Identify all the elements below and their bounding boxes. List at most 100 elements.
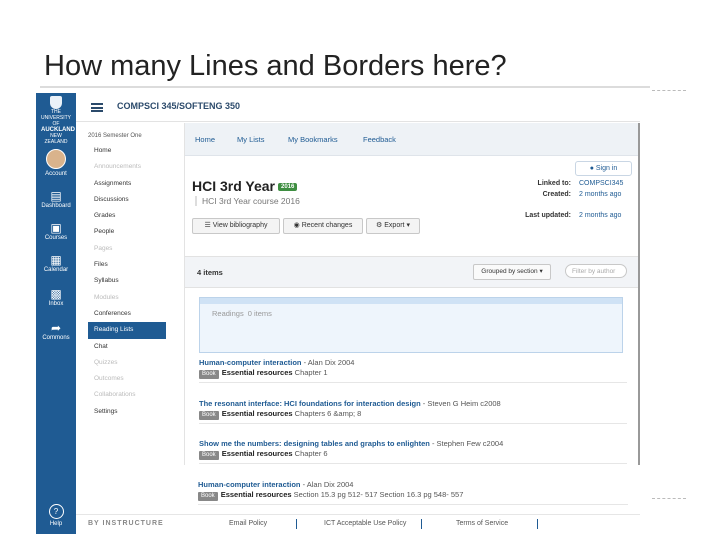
sign-in-label: Sign in bbox=[595, 165, 618, 172]
item-title-line: Human-computer interaction - Alan Dix 20… bbox=[199, 358, 627, 368]
course-nav-item[interactable]: Outcomes bbox=[88, 371, 166, 387]
global-nav-commons-label: Commons bbox=[42, 335, 70, 341]
tab-my-bookmarks[interactable]: My Bookmarks bbox=[288, 135, 338, 144]
dashed-rule-top bbox=[652, 90, 686, 91]
footer: BY INSTRUCTURE Email Policy ICT Acceptab… bbox=[76, 514, 640, 534]
course-nav-item[interactable]: Quizzes bbox=[88, 355, 166, 371]
footer-divider bbox=[296, 519, 297, 529]
hamburger-menu-icon[interactable] bbox=[91, 103, 103, 112]
section-heading: Readings 0 items bbox=[208, 309, 272, 318]
section-count: 0 items bbox=[247, 309, 272, 318]
footer-link-ict-policy[interactable]: ICT Acceptable Use Policy bbox=[324, 520, 406, 527]
caret-down-icon: ▾ bbox=[404, 222, 410, 229]
course-nav-item[interactable]: Syllabus bbox=[88, 273, 166, 289]
item-title-link[interactable]: Human-computer interaction bbox=[198, 480, 301, 489]
footer-link-email-policy[interactable]: Email Policy bbox=[229, 520, 267, 527]
item-category: Essential resources bbox=[220, 489, 292, 499]
meta-created-value: 2 months ago bbox=[579, 190, 622, 198]
item-author: - Alan Dix 2004 bbox=[300, 480, 354, 489]
global-nav-inbox[interactable]: ▩ Inbox bbox=[36, 287, 76, 307]
grouped-by-label: Grouped by section bbox=[481, 268, 538, 275]
global-nav-help[interactable]: ? Help bbox=[36, 504, 76, 527]
screenshot: THE UNIVERSITY OF AUCKLAND NEW ZEALAND A… bbox=[36, 93, 640, 534]
global-nav-calendar[interactable]: ▦ Calendar bbox=[36, 253, 76, 273]
item-category: Essential resources bbox=[221, 367, 293, 377]
item-author: - Stephen Few c2004 bbox=[429, 439, 504, 448]
list-title-text: HCI 3rd Year bbox=[192, 178, 276, 194]
view-bibliography-label: View bibliography bbox=[212, 222, 268, 229]
sign-in-button[interactable]: ● Sign in bbox=[575, 161, 632, 176]
grouped-by-dropdown[interactable]: Grouped by section ▾ bbox=[473, 264, 551, 280]
recent-changes-button[interactable]: ◉ Recent changes bbox=[283, 218, 363, 234]
tab-feedback[interactable]: Feedback bbox=[363, 135, 396, 144]
course-nav-item[interactable]: Grades bbox=[88, 208, 166, 224]
filter-author-input[interactable]: Filter by author bbox=[565, 264, 627, 278]
export-button[interactable]: ⚙ Export ▾ bbox=[366, 218, 420, 234]
global-nav-commons[interactable]: ➦ Commons bbox=[36, 321, 76, 341]
item-type-badge: Book bbox=[198, 491, 218, 501]
list-summary-bar: 4 items Grouped by section ▾ Filter by a… bbox=[185, 256, 640, 288]
avatar bbox=[46, 149, 66, 169]
course-nav-item-active[interactable]: Reading Lists bbox=[88, 322, 166, 339]
university-logo[interactable]: THE UNIVERSITY OF AUCKLAND NEW ZEALAND bbox=[41, 96, 75, 145]
tab-my-lists[interactable]: My Lists bbox=[237, 135, 265, 144]
global-nav: THE UNIVERSITY OF AUCKLAND NEW ZEALAND A… bbox=[36, 93, 76, 534]
logo-line-3: NEW ZEALAND bbox=[44, 133, 68, 145]
item-title-line: The resonant interface: HCI foundations … bbox=[199, 399, 627, 409]
item-category: Essential resources bbox=[221, 448, 293, 458]
item-author: - Alan Dix 2004 bbox=[301, 358, 355, 367]
item-count: 4 items bbox=[197, 268, 223, 277]
tab-home[interactable]: Home bbox=[195, 135, 215, 144]
crest-icon bbox=[50, 96, 62, 109]
courses-icon: ▣ bbox=[50, 221, 62, 235]
help-icon: ? bbox=[48, 504, 64, 519]
course-nav-item[interactable]: Settings bbox=[88, 404, 166, 420]
meta-linked-value[interactable]: COMPSCI345 bbox=[579, 179, 639, 190]
list-title: HCI 3rd Year 2016 bbox=[192, 178, 298, 194]
course-nav-item[interactable]: Assignments bbox=[88, 176, 166, 192]
recent-changes-label: Recent changes bbox=[301, 222, 353, 229]
inbox-icon: ▩ bbox=[50, 287, 62, 301]
year-badge: 2016 bbox=[278, 183, 298, 192]
item-detail-line: Book Essential resources Section 15.3 pg … bbox=[198, 489, 628, 501]
item-detail-line: Book Essential resources Chapter 6 bbox=[199, 448, 627, 460]
section-name: Readings bbox=[212, 309, 244, 318]
course-nav-item[interactable]: Conferences bbox=[88, 306, 166, 322]
reading-list-tabs: Home My Lists My Bookmarks Feedback bbox=[185, 123, 640, 156]
breadcrumb[interactable]: COMPSCI 345/SOFTENG 350 bbox=[117, 101, 240, 111]
item-type-badge: Book bbox=[199, 450, 219, 460]
course-nav-item[interactable]: Modules bbox=[88, 290, 166, 306]
global-nav-dashboard[interactable]: ▤ Dashboard bbox=[36, 189, 76, 209]
item-category: Essential resources bbox=[221, 408, 293, 418]
global-nav-calendar-label: Calendar bbox=[43, 267, 69, 273]
course-nav-item[interactable]: Collaborations bbox=[88, 387, 166, 403]
course-nav-item[interactable]: People bbox=[88, 224, 166, 240]
course-nav-item[interactable]: Announcements bbox=[88, 159, 166, 175]
meta-key: Last updated: bbox=[525, 211, 571, 219]
item-detail: Chapter 1 bbox=[294, 367, 328, 377]
list-subtitle: HCI 3rd Year course 2016 bbox=[195, 196, 300, 206]
item-detail: Chapters 6 &amp; 8 bbox=[294, 408, 362, 418]
course-nav-item[interactable]: Files bbox=[88, 257, 166, 273]
footer-link-terms[interactable]: Terms of Service bbox=[456, 520, 508, 527]
course-nav-item[interactable]: Pages bbox=[88, 241, 166, 257]
global-nav-courses[interactable]: ▣ Courses bbox=[36, 221, 76, 241]
course-nav-item[interactable]: Chat bbox=[88, 339, 166, 355]
item-detail-line: Book Essential resources Chapter 1 bbox=[199, 367, 627, 379]
scrollbar[interactable] bbox=[638, 123, 640, 465]
item-title-link[interactable]: Human-computer interaction bbox=[199, 358, 302, 367]
calendar-icon: ▦ bbox=[50, 253, 62, 267]
course-nav-item[interactable]: Discussions bbox=[88, 192, 166, 208]
global-nav-account[interactable]: Account bbox=[36, 149, 76, 177]
global-nav-courses-label: Courses bbox=[44, 235, 68, 241]
list-icon: ☰ bbox=[204, 222, 213, 229]
item-title-line: Human-computer interaction - Alan Dix 20… bbox=[198, 480, 628, 490]
footer-brand[interactable]: BY INSTRUCTURE bbox=[88, 520, 164, 527]
readings-section[interactable]: Readings 0 items bbox=[199, 297, 623, 353]
course-nav-item[interactable]: Home bbox=[88, 143, 166, 159]
meta-updated-value: 2 months ago bbox=[579, 211, 622, 219]
term-label: 2016 Semester One bbox=[88, 133, 142, 139]
item-title-link[interactable]: The resonant interface: HCI foundations … bbox=[199, 399, 421, 408]
item-title-link[interactable]: Show me the numbers: designing tables an… bbox=[199, 439, 430, 448]
view-bibliography-button[interactable]: ☰ View bibliography bbox=[192, 218, 280, 234]
